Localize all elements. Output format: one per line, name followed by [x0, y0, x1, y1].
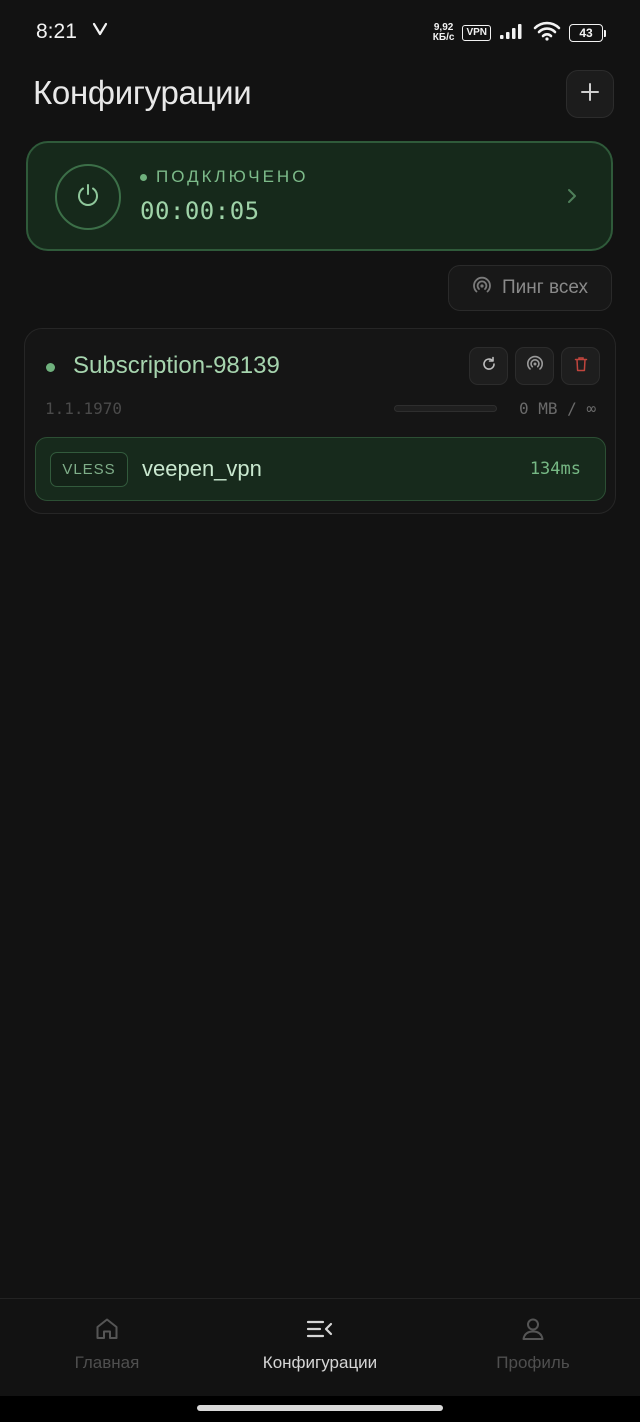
add-config-button[interactable] [566, 70, 614, 118]
ping-subscription-button[interactable] [515, 347, 554, 385]
v-carrier-icon [92, 22, 108, 41]
nav-label-profile: Профиль [496, 1353, 570, 1372]
signal-ping-icon [472, 276, 492, 301]
status-indicators: 9,92 КБ/с VPN 43 [433, 20, 606, 46]
status-bar: 8:21 9,92 КБ/с VPN 43 [0, 0, 640, 64]
page-title: Конфигурации [33, 74, 252, 111]
server-ping: 134ms [529, 459, 581, 479]
list-icon [306, 1313, 334, 1345]
gesture-bar-area [0, 1396, 640, 1422]
connection-timer: 00:00:05 [140, 197, 260, 225]
server-row[interactable]: VLESS veepen_vpn 134ms [35, 437, 606, 501]
battery-level: 43 [569, 24, 603, 42]
network-speed-unit: КБ/с [432, 32, 455, 43]
subscription-name: Subscription-98139 [73, 352, 280, 379]
vpn-badge: VPN [462, 25, 491, 41]
nav-label-home: Главная [74, 1353, 140, 1372]
connection-status: ПОДКЛЮЧЕНО [140, 167, 308, 187]
protocol-badge: VLESS [50, 452, 128, 487]
ping-icon [526, 355, 544, 378]
usage-progress-bar [394, 405, 497, 412]
user-icon [520, 1313, 546, 1345]
status-time: 8:21 [36, 20, 77, 43]
usage-text: 0 MB / ∞ [518, 399, 596, 418]
ping-all-button[interactable]: Пинг всех [448, 265, 612, 311]
chevron-right-icon [567, 188, 577, 209]
nav-item-profile[interactable]: Профиль [443, 1313, 623, 1383]
connection-card[interactable]: ПОДКЛЮЧЕНО 00:00:05 [26, 141, 613, 251]
nav-label-configurations: Конфигурации [262, 1353, 378, 1372]
nav-item-home[interactable]: Главная [17, 1313, 197, 1383]
refresh-subscription-button[interactable] [469, 347, 508, 385]
signal-icon [499, 22, 525, 45]
battery-icon: 43 [569, 24, 606, 42]
status-dot [140, 173, 147, 181]
power-button[interactable] [55, 164, 121, 230]
ping-all-label: Пинг всех [501, 277, 588, 298]
trash-icon [574, 356, 588, 377]
wifi-icon [533, 21, 561, 46]
nav-item-configurations[interactable]: Конфигурации [230, 1313, 410, 1383]
bottom-navigation: Главная Конфигурации Профиль [0, 1298, 640, 1396]
home-indicator[interactable] [197, 1405, 443, 1411]
plus-icon [580, 82, 600, 107]
home-icon [94, 1313, 120, 1345]
server-name: veepen_vpn [142, 456, 262, 481]
connection-status-label: ПОДКЛЮЧЕНО [156, 167, 309, 186]
subscription-card: Subscription-98139 1.1.1970 0 MB / ∞ VLE… [24, 328, 616, 514]
subscription-actions [469, 347, 600, 385]
subscription-date: 1.1.1970 [45, 399, 123, 418]
network-speed: 9,92 КБ/с [433, 23, 455, 43]
power-icon [75, 182, 101, 213]
subscription-status-dot [46, 363, 55, 372]
refresh-icon [481, 356, 497, 377]
delete-subscription-button[interactable] [561, 347, 600, 385]
